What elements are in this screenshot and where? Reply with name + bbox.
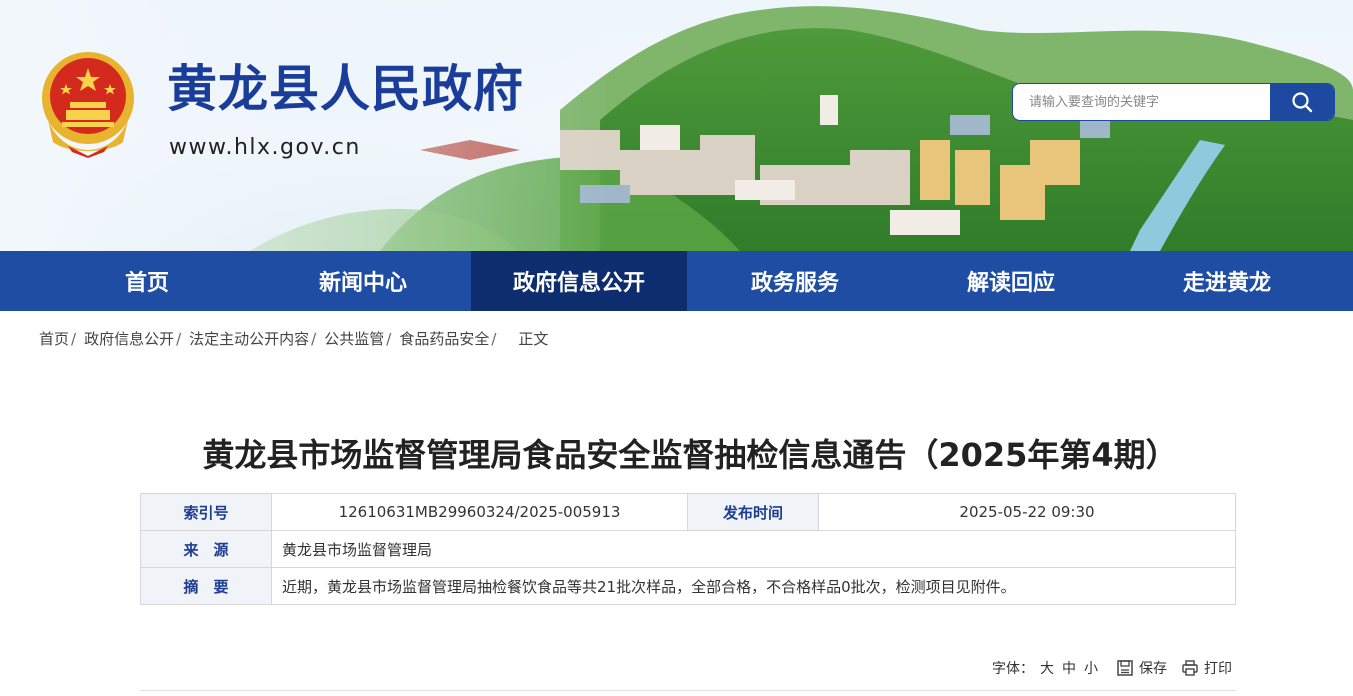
main-nav: 首页 新闻中心 政府信息公开 政务服务 解读回应 走进黄龙 (0, 251, 1353, 311)
nav-item-gov-info[interactable]: 政府信息公开 (471, 251, 687, 311)
source-value: 黄龙县市场监督管理局 (271, 530, 1236, 568)
search-icon (1292, 92, 1313, 113)
print-icon (1182, 660, 1198, 676)
font-size-large-button[interactable]: 大 (1040, 658, 1054, 678)
breadcrumb-item[interactable]: 食品药品安全 (399, 328, 489, 349)
site-url: www.hlx.gov.cn (169, 135, 361, 160)
source-label: 来 源 (140, 530, 272, 568)
save-icon (1117, 660, 1133, 676)
breadcrumb-current: 正文 (518, 330, 549, 348)
table-row: 索引号 12610631MB29960324/2025-005913 发布时间 … (140, 493, 1236, 531)
search-box (1012, 83, 1335, 121)
breadcrumb-separator: / (491, 329, 497, 348)
breadcrumb-item[interactable]: 政府信息公开 (84, 328, 174, 349)
font-size-label: 字体： (992, 661, 1034, 677)
banner-scenery (0, 0, 1353, 251)
nav-item-news[interactable]: 新闻中心 (255, 251, 471, 311)
site-header: 黄龙县人民政府 www.hlx.gov.cn (0, 0, 1353, 251)
nav-item-about[interactable]: 走进黄龙 (1119, 251, 1335, 311)
table-row: 摘 要 近期，黄龙县市场监督管理局抽检餐饮食品等共21批次样品，全部合格，不合格… (140, 567, 1236, 605)
nav-item-interpretation[interactable]: 解读回应 (903, 251, 1119, 311)
breadcrumb: 首页 / 政府信息公开 / 法定主动公开内容 / 公共监管 / 食品药品安全 /… (39, 328, 548, 349)
font-size-small-button[interactable]: 小 (1084, 658, 1098, 678)
date-label: 发布时间 (687, 493, 819, 531)
breadcrumb-item[interactable]: 公共监管 (324, 328, 384, 349)
breadcrumb-item[interactable]: 首页 (39, 328, 69, 349)
print-button[interactable]: 打印 (1181, 658, 1232, 678)
summary-label: 摘 要 (140, 567, 272, 605)
search-button[interactable] (1270, 84, 1334, 120)
breadcrumb-separator: / (71, 329, 77, 348)
article-tools: 字体： 大 中 小 保存 打印 (992, 656, 1232, 680)
font-size-medium-button[interactable]: 中 (1062, 658, 1076, 678)
article-meta-table: 索引号 12610631MB29960324/2025-005913 发布时间 … (140, 493, 1236, 605)
national-emblem-icon (42, 52, 134, 158)
table-row: 来 源 黄龙县市场监督管理局 (140, 530, 1236, 568)
breadcrumb-separator: / (176, 329, 182, 348)
breadcrumb-separator: / (311, 329, 317, 348)
article-title: 黄龙县市场监督管理局食品安全监督抽检信息通告（2025年第4期） (202, 436, 1178, 474)
save-button[interactable]: 保存 (1116, 658, 1167, 678)
breadcrumb-separator: / (386, 329, 392, 348)
nav-item-home[interactable]: 首页 (39, 251, 255, 311)
search-input[interactable] (1013, 84, 1271, 120)
breadcrumb-item[interactable]: 法定主动公开内容 (189, 328, 309, 349)
index-value: 12610631MB29960324/2025-005913 (271, 493, 688, 531)
print-label: 打印 (1204, 661, 1232, 677)
date-value: 2025-05-22 09:30 (818, 493, 1236, 531)
nav-item-gov-services[interactable]: 政务服务 (687, 251, 903, 311)
divider (140, 690, 1236, 691)
save-label: 保存 (1139, 661, 1167, 677)
index-label: 索引号 (140, 493, 272, 531)
site-title[interactable]: 黄龙县人民政府 (167, 64, 524, 114)
summary-value: 近期，黄龙县市场监督管理局抽检餐饮食品等共21批次样品，全部合格，不合格样品0批… (271, 567, 1236, 605)
